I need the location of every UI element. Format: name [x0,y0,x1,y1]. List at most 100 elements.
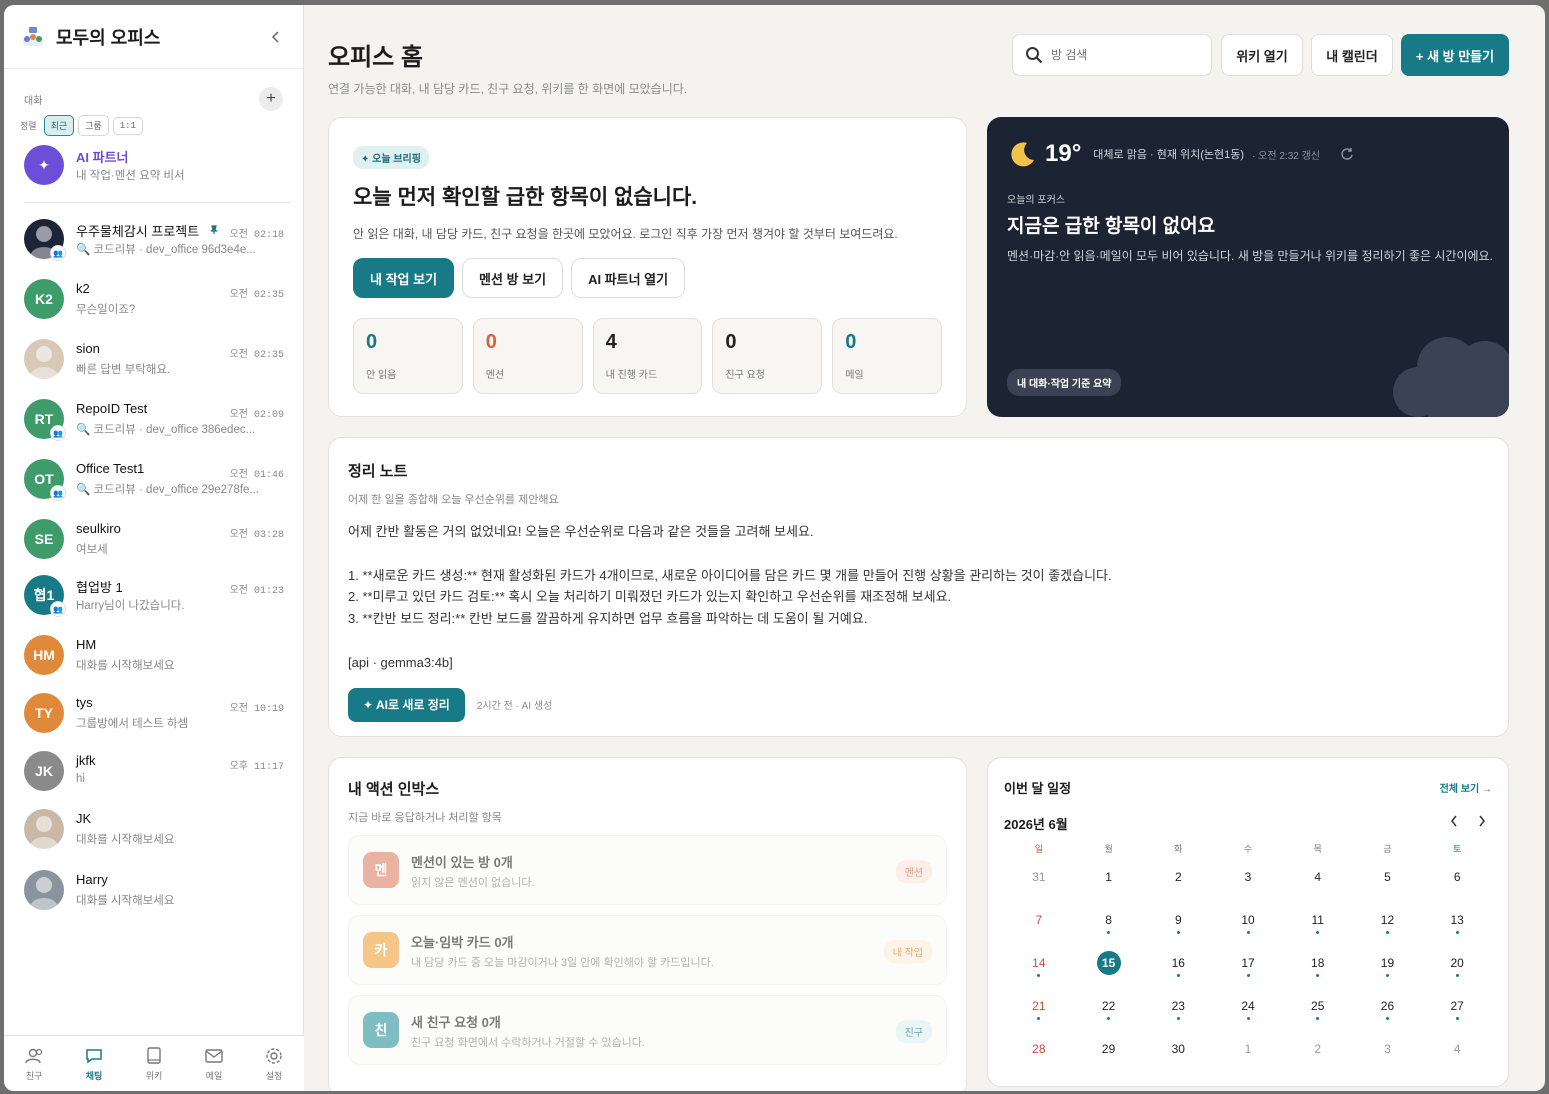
event-dot [1316,930,1320,934]
conversation-item[interactable]: sion 오전 02:35 빠른 답변 부탁해요. [4,339,304,397]
ai-reorganize-button[interactable]: ✦ AI로 새로 정리 [348,687,465,722]
calendar-day[interactable]: 21 [1004,999,1074,1020]
nav-chat[interactable]: 채팅 [64,1036,124,1091]
nav-friends[interactable]: 친구 [4,1036,64,1091]
page-title: 오피스 홈 [328,44,423,71]
calendar-day[interactable]: 2 [1283,1042,1353,1056]
inbox-item[interactable]: 친 새 친구 요청 0개 친구 요청 화면에서 수락하거나 거절할 수 있습니다… [348,995,947,1065]
calendar-day[interactable]: 15 [1074,950,1144,975]
calendar-day[interactable]: 27 [1422,999,1492,1020]
stat-tile[interactable]: 0 안 읽음 [353,318,463,394]
conversation-item[interactable]: K2 k2 오전 02:35 무슨일이죠? [4,279,304,337]
calendar-day[interactable]: 6 [1422,870,1492,884]
day-number: 31 [1032,869,1046,884]
calendar-day[interactable]: 4 [1283,870,1353,884]
calendar-day[interactable]: 1 [1213,1042,1283,1056]
open-ai-partner-button[interactable]: AI 파트너 열기 [571,258,686,298]
add-conversation-button[interactable]: + [259,87,283,111]
calendar-day[interactable]: 8 [1074,913,1144,934]
calendar-day[interactable]: 5 [1353,870,1423,884]
avatar: K2 [24,279,64,319]
calendar-day[interactable]: 26 [1353,999,1423,1020]
conversation-item[interactable]: 👥 우주물체감시 프로젝트 오전 02:18 🔍 코드리뷰 · dev_office … [4,219,304,277]
calendar-day[interactable]: 3 [1353,1042,1423,1056]
conversation-name: tys [76,695,93,710]
calendar-day[interactable]: 14 [1004,956,1074,977]
day-number: 25 [1311,998,1325,1013]
stat-tile[interactable]: 0 멘션 [472,318,583,394]
calendar-day[interactable]: 19 [1353,956,1423,977]
calendar-day[interactable]: 29 [1074,1042,1144,1056]
calendar-day[interactable]: 11 [1283,913,1353,934]
sort-recent-chip[interactable]: 최근 [43,115,75,136]
moon-icon [1011,142,1034,167]
sort-label: 정렬 [20,121,37,131]
calendar-day[interactable]: 22 [1074,999,1144,1020]
calendar-day[interactable]: 23 [1143,999,1213,1020]
open-wiki-button[interactable]: 위키 열기 [1221,34,1303,76]
calendar-day[interactable]: 28 [1004,1042,1074,1056]
event-dot [1316,1016,1320,1020]
inbox-item[interactable]: 카 오늘·임박 카드 0개 내 담당 카드 중 오늘 마감이거나 3일 안에 확… [348,915,947,985]
conversation-item[interactable]: SE seulkiro 오전 03:28 여보세 [4,519,304,577]
calendar-day[interactable]: 30 [1143,1042,1213,1056]
inbox-item-title: 오늘·임박 카드 0개 [411,935,514,950]
search-input[interactable] [1051,48,1201,62]
conversation-name: 협업방 1 [76,580,123,595]
calendar-day[interactable]: 25 [1283,998,1353,1020]
calendar-day[interactable]: 17 [1213,956,1283,977]
stat-tile[interactable]: 4 내 진행 카드 [592,318,703,394]
calendar-day[interactable]: 1 [1074,870,1144,884]
conversation-name: sion [76,341,100,356]
refresh-icon[interactable] [1340,147,1354,161]
conversation-item[interactable]: Harry 대화를 시작해보세요 [4,870,304,928]
calendar-day[interactable]: 16 [1143,956,1213,977]
day-number: 30 [1171,1041,1185,1056]
day-number: 20 [1450,955,1464,970]
calendar-day[interactable]: 10 [1213,913,1283,934]
conversation-item[interactable]: ✦ AI 파트너 내 작업·멘션 요약 비서 [4,145,304,203]
stat-tile[interactable]: 0 메일 [832,318,942,394]
stat-tile[interactable]: 0 친구 요청 [712,318,823,394]
sort-group-chip[interactable]: 그룹 [78,115,109,136]
calendar-day[interactable]: 24 [1213,998,1283,1020]
calendar-day[interactable]: 3 [1213,870,1283,884]
calendar-day[interactable]: 2 [1143,870,1213,884]
nav-mail[interactable]: 메일 [184,1036,244,1091]
new-room-button[interactable]: + 새 방 만들기 [1401,34,1509,76]
calendar-day[interactable]: 12 [1353,913,1423,934]
calendar-day[interactable]: 20 [1422,955,1492,977]
nav-settings[interactable]: 설정 [244,1036,304,1091]
room-search[interactable] [1012,34,1212,76]
conversation-item[interactable]: HM HM 대화를 시작해보세요 [4,635,304,693]
conversation-name: Harry [76,872,108,887]
calendar-day[interactable]: 7 [1004,913,1074,927]
event-dot [1107,930,1111,934]
conversation-item[interactable]: 협1 👥 협업방 1 오전 01:23 Harry님이 나갔습니다. [4,575,304,633]
calendar-day[interactable]: 9 [1143,913,1213,934]
calendar-day[interactable]: 31 [1004,870,1074,884]
conversation-item[interactable]: RT 👥 RepoID Test 오전 02:09 🔍 코드리뷰 · dev_offic… [4,399,304,457]
conversation-item[interactable]: OT 👥 Office Test1 오전 01:46 🔍 코드리뷰 · dev_offi… [4,459,304,517]
view-all-link[interactable]: 전체 보기 → [1440,780,1492,795]
conversation-item[interactable]: JK jkfk 오후 11:17 hi [4,751,304,809]
day-number: 24 [1241,998,1255,1013]
prev-month-button[interactable] [1450,814,1458,832]
my-calendar-button[interactable]: 내 캘린더 [1311,34,1393,76]
main-content: 오피스 홈 연결 가능한 대화, 내 담당 카드, 친구 요청, 위키를 한 화… [305,5,1545,1091]
mention-rooms-button[interactable]: 멘션 방 보기 [462,258,564,298]
calendar-day[interactable]: 4 [1422,1042,1492,1056]
office-logo-icon [23,26,43,46]
sort-dm-chip[interactable]: 1:1 [112,116,143,135]
next-month-button[interactable] [1478,814,1486,832]
profile-photo-icon [30,816,58,849]
temperature: 19° [1045,140,1082,167]
inbox-item[interactable]: 멘 멘션이 있는 방 0개 읽지 않은 멘션이 없습니다. 멘션 [348,835,947,905]
my-tasks-button[interactable]: 내 작업 보기 [353,258,455,298]
conversation-item[interactable]: TY tys 오전 10:19 그룹방에서 테스트 하셈 [4,693,304,751]
conversation-item[interactable]: JK 대화를 시작해보세요 [4,809,304,867]
collapse-sidebar-button[interactable] [265,26,287,48]
calendar-day[interactable]: 18 [1283,956,1353,977]
nav-wiki[interactable]: 위키 [124,1036,184,1091]
calendar-day[interactable]: 13 [1422,913,1492,934]
